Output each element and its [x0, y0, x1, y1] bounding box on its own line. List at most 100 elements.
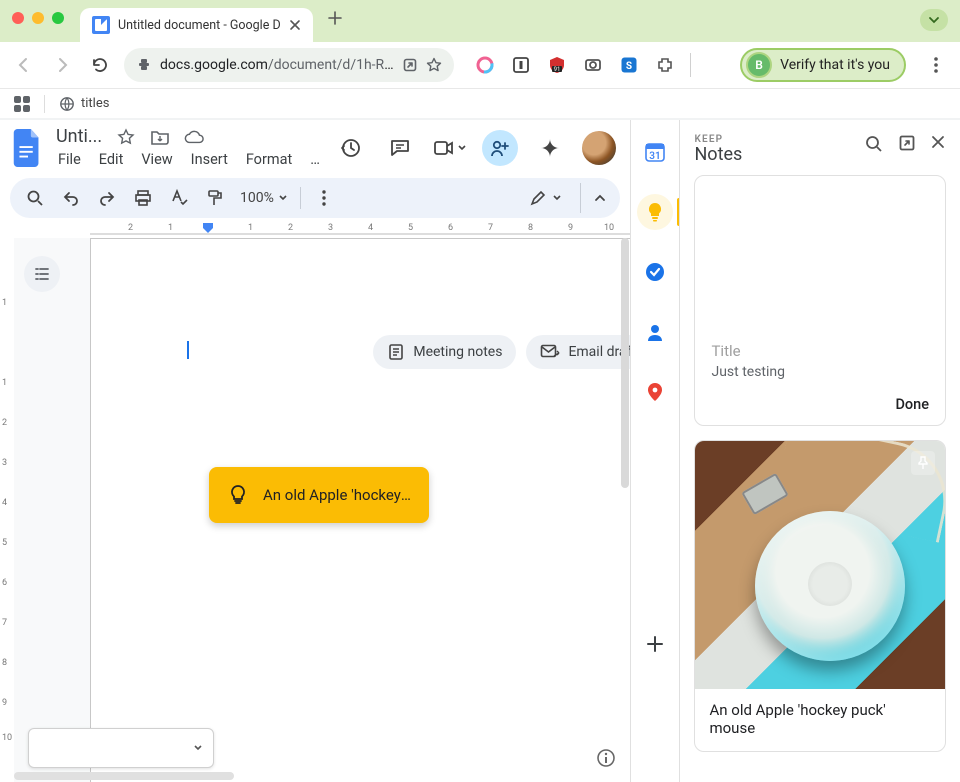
page[interactable]: Meeting notes Email draft An old Apple '…	[90, 238, 630, 782]
toolbar-separator	[690, 53, 691, 77]
star-icon[interactable]	[116, 127, 136, 147]
separator	[44, 95, 45, 113]
canvas-scrollbar[interactable]	[621, 238, 629, 488]
close-window[interactable]	[12, 12, 24, 24]
svg-text:31: 31	[650, 151, 661, 162]
chip-email-draft[interactable]: Email draft	[526, 335, 630, 369]
svg-text:91: 91	[554, 66, 561, 73]
ruler-vertical[interactable]: 1 1 2 3 4 5 6 7 8 9 10	[0, 238, 14, 782]
horizontal-scrollbar[interactable]	[14, 772, 234, 780]
outline-toggle[interactable]	[24, 256, 60, 292]
keep-drag-tooltip[interactable]: An old Apple 'hockey …	[209, 467, 429, 523]
document-title[interactable]: Unti...	[56, 126, 102, 147]
bookmark-label: titles	[81, 96, 109, 111]
profile-verify-pill[interactable]: B Verify that it's you	[740, 48, 906, 82]
app-body: Unti... File Edit View Insert Format …	[0, 120, 960, 782]
side-rail: 31	[630, 120, 679, 782]
extension-icon[interactable]: S	[618, 54, 640, 76]
maximize-window[interactable]	[52, 12, 64, 24]
maps-addon[interactable]	[637, 374, 673, 410]
tooltip-text: An old Apple 'hockey …	[263, 486, 411, 504]
bookmark-star-icon[interactable]	[426, 57, 442, 73]
search-tool-icon[interactable]	[20, 183, 50, 213]
doc-icon	[387, 343, 405, 361]
tab-overflow-button[interactable]	[920, 9, 948, 31]
meet-icon[interactable]	[432, 130, 468, 166]
open-external-icon[interactable]	[402, 57, 418, 73]
apps-button[interactable]	[14, 96, 30, 112]
share-button[interactable]	[482, 130, 518, 166]
zoom-select[interactable]: 100%	[236, 190, 292, 206]
browser-tabstrip: Untitled document - Google D	[0, 0, 960, 42]
menu-bar: File Edit View Insert Format …	[56, 149, 322, 170]
comments-icon[interactable]	[382, 130, 418, 166]
extension-icon[interactable]	[510, 54, 532, 76]
forward-button[interactable]	[48, 51, 76, 79]
print-icon[interactable]	[128, 183, 158, 213]
keep-open-icon[interactable]	[898, 134, 916, 154]
note-caption: An old Apple 'hockey puck' mouse	[695, 689, 945, 751]
docs-favicon	[92, 16, 110, 34]
docs-app: Unti... File Edit View Insert Format …	[0, 120, 630, 782]
move-icon[interactable]	[150, 127, 170, 147]
more-tools-icon[interactable]	[309, 183, 339, 213]
extensions-area: 91 S	[474, 53, 691, 77]
browser-tab[interactable]: Untitled document - Google D	[80, 8, 313, 42]
document-canvas: 1 1 2 3 4 5 6 7 8 9 10 Me	[0, 238, 630, 782]
new-tab-button[interactable]	[321, 7, 349, 35]
docs-logo[interactable]	[8, 128, 48, 168]
extensions-menu-icon[interactable]	[654, 54, 676, 76]
keep-addon[interactable]	[637, 194, 673, 230]
browser-menu-button[interactable]	[922, 57, 950, 73]
collapse-toolbar-icon[interactable]	[580, 183, 610, 213]
menu-format[interactable]: Format	[244, 149, 294, 170]
menu-more[interactable]: …	[308, 149, 322, 170]
status-dropdown[interactable]	[28, 728, 214, 768]
ruler-horizontal[interactable]: 2 1 1 2 3 4 5 6 7 8 9 10 1	[14, 222, 630, 238]
undo-icon[interactable]	[56, 183, 86, 213]
chip-meeting-notes[interactable]: Meeting notes	[373, 335, 516, 369]
note-title-input[interactable]: Title	[695, 332, 945, 362]
reload-button[interactable]	[86, 51, 114, 79]
menu-file[interactable]: File	[56, 149, 83, 170]
extension-icon[interactable]	[474, 54, 496, 76]
cloud-status-icon[interactable]	[184, 127, 204, 147]
menu-view[interactable]: View	[139, 149, 174, 170]
account-avatar[interactable]	[582, 131, 616, 165]
close-tab-icon[interactable]	[289, 19, 301, 31]
docs-header: Unti... File Edit View Insert Format …	[0, 120, 630, 170]
spellcheck-icon[interactable]	[164, 183, 194, 213]
keep-note-editor[interactable]: Title Just testing Done	[694, 175, 946, 426]
get-addons[interactable]	[637, 626, 673, 662]
paint-format-icon[interactable]	[200, 183, 230, 213]
note-body-input[interactable]: Just testing	[695, 362, 945, 390]
address-bar[interactable]: docs.google.com/document/d/1h-R4kKJ...	[124, 48, 454, 82]
contacts-addon[interactable]	[637, 314, 673, 350]
back-button[interactable]	[10, 51, 38, 79]
menu-insert[interactable]: Insert	[189, 149, 230, 170]
mail-icon	[540, 344, 560, 360]
tasks-addon[interactable]	[637, 254, 673, 290]
pin-icon[interactable]	[911, 451, 935, 475]
gemini-icon[interactable]	[532, 130, 568, 166]
editing-mode[interactable]	[522, 186, 570, 210]
browser-toolbar: docs.google.com/document/d/1h-R4kKJ... 9…	[0, 42, 960, 88]
menu-edit[interactable]: Edit	[97, 149, 126, 170]
calendar-addon[interactable]: 31	[637, 134, 673, 170]
keep-close-icon[interactable]	[930, 134, 946, 154]
profile-initial: B	[746, 52, 772, 78]
bookmark-item[interactable]: titles	[59, 96, 109, 112]
minimize-window[interactable]	[32, 12, 44, 24]
verify-label: Verify that it's you	[780, 57, 890, 73]
note-done-button[interactable]: Done	[695, 390, 945, 425]
keep-note-card[interactable]: An old Apple 'hockey puck' mouse	[694, 440, 946, 752]
extension-icon[interactable]: 91	[546, 54, 568, 76]
keep-search-icon[interactable]	[864, 134, 884, 154]
template-chips: Meeting notes Email draft	[373, 335, 630, 369]
explore-icon[interactable]	[596, 748, 616, 768]
redo-icon[interactable]	[92, 183, 122, 213]
extension-icon[interactable]	[582, 54, 604, 76]
text-cursor	[187, 341, 189, 359]
site-settings-icon	[136, 57, 152, 73]
history-icon[interactable]	[332, 130, 368, 166]
